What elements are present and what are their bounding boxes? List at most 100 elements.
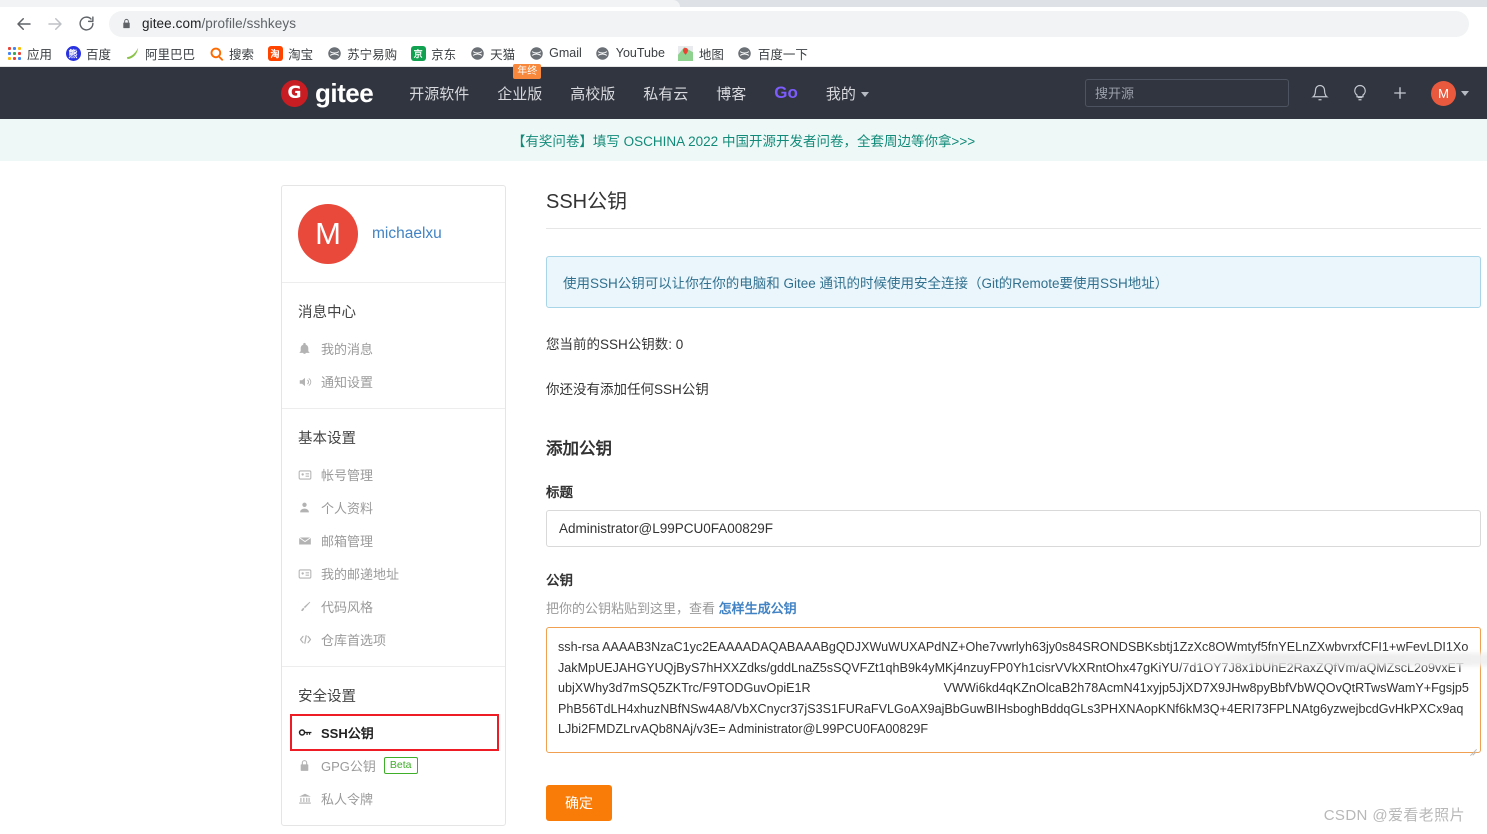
bookmark-label: Gmail xyxy=(549,46,582,60)
forward-arrow-icon[interactable] xyxy=(41,10,69,38)
user-icon xyxy=(298,501,313,514)
csdn-watermark: CSDN @爱看老照片 xyxy=(1323,807,1465,824)
key-title-input[interactable] xyxy=(546,510,1481,547)
sidebar-item-label: 代码风格 xyxy=(321,600,374,615)
lightbulb-icon[interactable] xyxy=(1351,84,1369,102)
url-host: gitee.com xyxy=(142,16,202,31)
public-key-textarea[interactable] xyxy=(546,627,1481,753)
nav-link-go[interactable]: Go xyxy=(774,83,798,103)
bank-icon xyxy=(298,792,313,806)
speaker-icon xyxy=(298,375,313,389)
title-field-label: 标题 xyxy=(546,485,573,500)
submit-key-button[interactable]: 确定 xyxy=(546,785,612,821)
site-navbar: G gitee 开源软件 企业版 年终 高校版 私有云 博客 Go 我的 搜开源… xyxy=(0,63,1487,119)
bookmark-label: 阿里巴巴 xyxy=(145,47,196,62)
nav-link-enterprise[interactable]: 企业版 年终 xyxy=(497,63,543,104)
maps-pin-icon xyxy=(678,45,694,61)
bookmark-tmall[interactable]: 天猫 xyxy=(469,44,515,63)
nav-link-blog[interactable]: 博客 xyxy=(716,83,746,104)
sidebar-item-label: 帐号管理 xyxy=(321,468,374,483)
sidebar-section-security: 安全设置 SSH公钥 GPG公钥 Beta 私人令牌 xyxy=(282,667,505,825)
sidebar-item-label: 我的消息 xyxy=(321,342,374,357)
nav-links: 开源软件 企业版 年终 高校版 私有云 博客 Go 我的 xyxy=(409,63,897,104)
plus-icon[interactable] xyxy=(1391,84,1409,102)
sidebar-item-label: 私人令牌 xyxy=(321,792,374,807)
code-icon xyxy=(298,632,313,647)
bookmark-maps[interactable]: 地图 xyxy=(678,44,724,63)
sidebar-item-email[interactable]: 邮箱管理 xyxy=(282,524,505,557)
info-text: 使用SSH公钥可以让你在你的电脑和 Gitee 通讯的时候使用安全连接（Git的… xyxy=(563,276,1169,291)
promo-banner: 【有奖问卷】填写 OSCHINA 2022 中国开源开发者问卷，全套周边等你拿>… xyxy=(0,119,1487,161)
sidebar-item-notification-settings[interactable]: 通知设置 xyxy=(282,365,505,398)
ssh-key-count: 您当前的SSH公钥数: 0 xyxy=(546,337,684,352)
search-globe-icon xyxy=(208,45,224,61)
search-input[interactable] xyxy=(1085,79,1289,107)
bookmark-label: 地图 xyxy=(698,47,724,62)
sidebar-item-code-style[interactable]: 代码风格 xyxy=(282,590,505,623)
year-end-badge: 年终 xyxy=(513,63,542,79)
bookmark-label: 搜索 xyxy=(229,47,255,62)
nav-link-privatecloud[interactable]: 私有云 xyxy=(643,83,688,104)
sidebar-item-ssh-keys[interactable]: SSH公钥 xyxy=(290,714,499,751)
envelope-icon xyxy=(298,534,313,548)
id-card-icon xyxy=(298,468,313,482)
globe-icon xyxy=(595,45,611,61)
sidebar-item-repo-preferences[interactable]: 仓库首选项 xyxy=(282,623,505,656)
sidebar-section-messages: 消息中心 我的消息 通知设置 xyxy=(282,283,505,409)
brush-icon xyxy=(298,600,313,614)
nav-link-label: 我的 xyxy=(825,85,856,103)
empty-state-text: 你还没有添加任何SSH公钥 xyxy=(546,382,709,397)
nav-link-label: 企业版 xyxy=(497,85,543,103)
avatar[interactable]: M xyxy=(1431,80,1456,106)
sidebar-item-gpg-keys[interactable]: GPG公钥 Beta xyxy=(282,749,505,782)
chevron-down-icon[interactable] xyxy=(1461,90,1469,96)
section-title: 安全设置 xyxy=(298,689,356,705)
page-title: SSH公钥 xyxy=(546,185,1481,229)
key-textarea-wrapper xyxy=(546,617,1487,758)
sidebar-item-account[interactable]: 帐号管理 xyxy=(282,458,505,491)
settings-sidebar: M michaelxu 消息中心 我的消息 通知设置 基本设置 帐号管理 个人资… xyxy=(281,185,506,826)
sidebar-item-mailing-address[interactable]: 我的邮递地址 xyxy=(282,557,505,590)
bookmark-search[interactable]: 搜索 xyxy=(208,44,254,63)
navbar-right: M xyxy=(1085,79,1487,107)
bookmark-apps[interactable]: 应用 xyxy=(6,44,52,63)
status-badge: Beta xyxy=(383,757,418,774)
bookmark-youtube[interactable]: YouTube xyxy=(595,45,665,61)
url-text: gitee.com/profile/sshkeys xyxy=(142,16,296,31)
bookmark-taobao[interactable]: 淘 淘宝 xyxy=(267,44,313,63)
promo-link[interactable]: 【有奖问卷】填写 OSCHINA 2022 中国开源开发者问卷，全套周边等你拿>… xyxy=(512,130,975,150)
sidebar-item-profile[interactable]: 个人资料 xyxy=(282,491,505,524)
textarea-resize-handle[interactable] xyxy=(1469,746,1478,757)
nav-link-opensource[interactable]: 开源软件 xyxy=(409,83,469,104)
how-to-generate-key-link[interactable]: 怎样生成公钥 xyxy=(719,601,797,616)
bookmark-jd[interactable]: 京 京东 xyxy=(410,44,456,63)
username-label[interactable]: michaelxu xyxy=(372,225,442,243)
globe-icon xyxy=(528,45,544,61)
bookmark-suning[interactable]: 苏宁易购 xyxy=(326,44,397,63)
nav-link-campus[interactable]: 高校版 xyxy=(570,83,615,104)
bookmark-alibaba[interactable]: 阿里巴巴 xyxy=(124,44,195,63)
browser-toolbar: gitee.com/profile/sshkeys xyxy=(0,7,1487,40)
logo-text: gitee xyxy=(315,77,374,108)
jd-icon: 京 xyxy=(410,45,426,61)
section-title: 基本设置 xyxy=(298,431,356,447)
app-root: gitee.com/profile/sshkeys 应用 熊 百度 阿里巴巴 搜… xyxy=(0,0,1487,834)
key-hint-text: 把你的公钥粘贴到这里，查看 xyxy=(546,601,719,616)
globe-icon xyxy=(737,45,753,61)
baidu-icon: 熊 xyxy=(65,45,81,61)
active-tab[interactable] xyxy=(0,0,680,7)
address-bar[interactable]: gitee.com/profile/sshkeys xyxy=(109,10,1469,37)
bell-icon[interactable] xyxy=(1311,84,1329,102)
bookmark-gmail[interactable]: Gmail xyxy=(528,45,582,61)
nav-link-mine[interactable]: 我的 xyxy=(826,83,869,104)
sidebar-item-my-messages[interactable]: 我的消息 xyxy=(282,332,505,365)
profile-header[interactable]: M michaelxu xyxy=(282,186,505,283)
add-key-heading: 添加公钥 xyxy=(546,440,612,458)
bookmark-baidu[interactable]: 熊 百度 xyxy=(65,44,111,63)
site-logo[interactable]: G gitee xyxy=(281,77,374,109)
sidebar-item-private-tokens[interactable]: 私人令牌 xyxy=(282,782,505,815)
bookmark-baidu-search[interactable]: 百度一下 xyxy=(737,44,808,63)
sidebar-item-label: 我的邮递地址 xyxy=(321,567,400,582)
back-arrow-icon[interactable] xyxy=(10,10,38,38)
reload-icon[interactable] xyxy=(72,10,100,38)
